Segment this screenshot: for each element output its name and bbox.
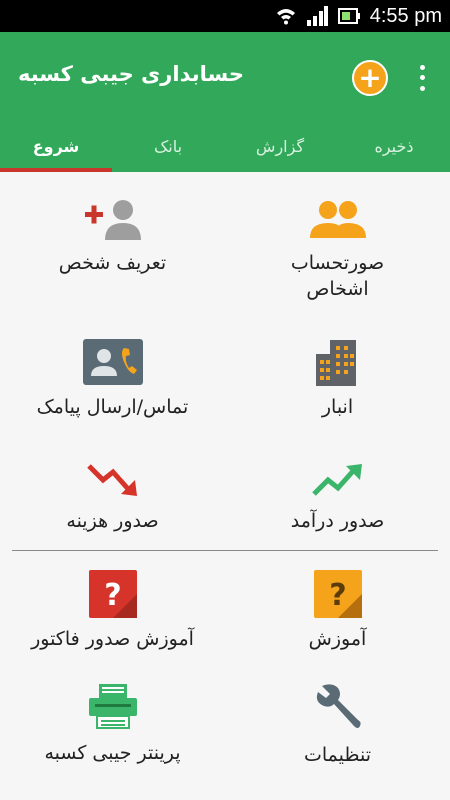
wifi-icon: [276, 9, 295, 25]
trend-up-icon: [311, 464, 362, 496]
status-icons: 4:55 pm: [276, 0, 442, 32]
help-icon: ?: [313, 570, 362, 618]
income-label: صدور درآمد: [290, 510, 385, 532]
tab-start[interactable]: شروع: [0, 120, 112, 172]
accounts-item[interactable]: صورتحساب اشخاص: [225, 198, 450, 302]
status-time: 4:55 pm: [369, 4, 442, 27]
tab-save[interactable]: ذخیره: [338, 120, 450, 172]
warehouse-item[interactable]: انبار: [225, 338, 450, 420]
settings-label: تنظیمات: [303, 744, 371, 766]
printer-item[interactable]: پرینتر جیبی کسبه: [0, 682, 225, 766]
tab-label: شروع: [32, 136, 80, 156]
contact-item[interactable]: تماس/ارسال پیامک: [0, 338, 225, 420]
tab-bank[interactable]: بانک: [112, 120, 224, 172]
add-person-label: تعریف شخص: [58, 252, 167, 274]
tab-label: ذخیره: [374, 136, 414, 156]
building-icon: [315, 340, 356, 386]
add-button[interactable]: +: [352, 60, 388, 96]
tab-label: بانک: [153, 136, 183, 156]
expense-label: صدور هزینه: [66, 510, 159, 532]
more-dot-icon: [419, 86, 425, 92]
wrench-icon: [316, 684, 361, 728]
tutorial-item[interactable]: ? آموزش: [225, 570, 450, 652]
help-icon: ?: [88, 570, 137, 618]
svg-text:?: ?: [329, 578, 346, 613]
app-title: حسابداری جیبی کسبه: [18, 62, 244, 86]
tab-report[interactable]: گزارش: [224, 120, 336, 172]
add-person-item[interactable]: تعریف شخص: [0, 198, 225, 276]
trend-down-icon: [86, 464, 137, 496]
add-person-icon: [84, 200, 141, 240]
settings-item[interactable]: تنظیمات: [225, 682, 450, 768]
printer-icon: [88, 684, 137, 729]
battery-icon: [337, 8, 360, 24]
expense-item[interactable]: صدور هزینه: [0, 460, 225, 534]
contact-label: تماس/ارسال پیامک: [36, 396, 189, 418]
section-divider: [12, 550, 438, 551]
warehouse-label: انبار: [321, 396, 354, 418]
svg-text:?: ?: [104, 578, 121, 613]
more-dot-icon: [419, 64, 425, 70]
tab-label: گزارش: [255, 136, 305, 156]
invoice-tutorial-item[interactable]: ? آموزش صدور فاکتور: [0, 570, 225, 652]
more-dot-icon: [419, 75, 425, 81]
plus-icon: +: [358, 61, 382, 94]
accounts-label: صورتحساب اشخاص: [290, 252, 385, 300]
overflow-menu-button[interactable]: [412, 62, 432, 94]
tab-bar: شروع بانک گزارش ذخیره: [0, 120, 450, 172]
printer-label: پرینتر جیبی کسبه: [44, 742, 181, 764]
signal-icon: [306, 6, 328, 26]
contact-card-icon: [82, 339, 143, 385]
tutorial-label: آموزش: [308, 628, 367, 650]
income-item[interactable]: صدور درآمد: [225, 460, 450, 534]
people-icon: [309, 201, 366, 238]
menu-grid: تعریف شخص صورتحساب اشخاص تماس/ارسال پیام…: [0, 172, 450, 800]
invoice-tutorial-label: آموزش صدور فاکتور: [31, 628, 194, 650]
status-bar: 4:55 pm: [0, 0, 450, 32]
